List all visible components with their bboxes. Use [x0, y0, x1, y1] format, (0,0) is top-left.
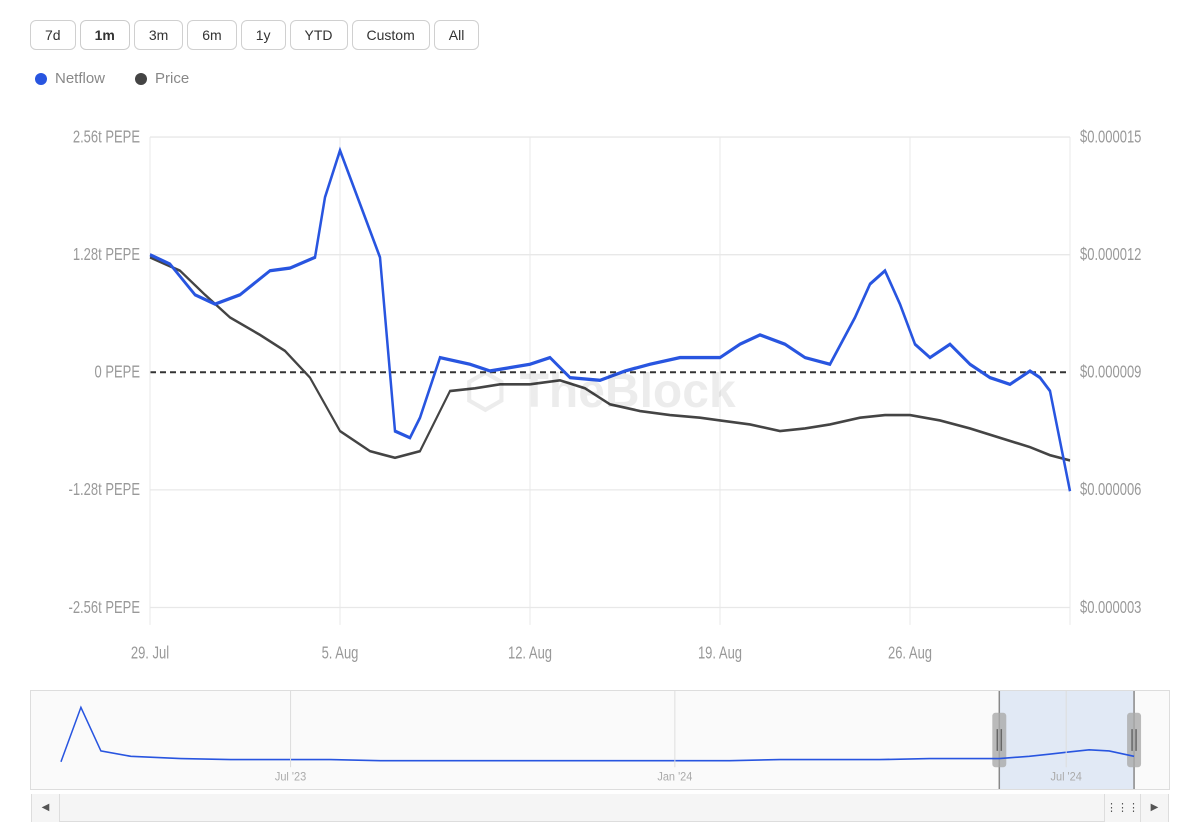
svg-text:29. Jul: 29. Jul — [131, 644, 169, 663]
price-label: Price — [155, 70, 189, 87]
btn-3m[interactable]: 3m — [134, 20, 183, 50]
main-chart-svg: 2.56t PEPE 1.28t PEPE 0 PEPE -1.28t PEPE… — [30, 97, 1170, 685]
btn-ytd[interactable]: YTD — [290, 20, 348, 50]
btn-custom[interactable]: Custom — [352, 20, 430, 50]
time-range-selector: 7d 1m 3m 6m 1y YTD Custom All — [30, 20, 1170, 50]
svg-text:-2.56t PEPE: -2.56t PEPE — [69, 598, 140, 617]
main-chart-area: ⬡ TheBlock 2.56t PEPE 1.28t PEPE 0 PEPE … — [30, 97, 1170, 685]
svg-text:$0.000009: $0.000009 — [1080, 363, 1141, 382]
svg-text:Jul '24: Jul '24 — [1050, 771, 1082, 784]
nav-right-btn[interactable]: ▶ — [1140, 794, 1168, 822]
mini-chart-svg: Jul '23 Jan '24 Jul '24 — [31, 691, 1169, 789]
btn-1y[interactable]: 1y — [241, 20, 286, 50]
svg-text:Jul '23: Jul '23 — [275, 771, 306, 784]
svg-text:Jan '24: Jan '24 — [657, 771, 693, 784]
netflow-label: Netflow — [55, 70, 105, 87]
price-dot — [135, 73, 147, 85]
legend-netflow: Netflow — [35, 70, 105, 87]
svg-text:1.28t PEPE: 1.28t PEPE — [73, 245, 140, 264]
svg-text:$0.000006: $0.000006 — [1080, 481, 1141, 500]
netflow-dot — [35, 73, 47, 85]
nav-center-btn[interactable]: ⋮⋮⋮ — [1104, 794, 1140, 822]
btn-7d[interactable]: 7d — [30, 20, 76, 50]
mini-chart-container: Jul '23 Jan '24 Jul '24 ◀ ⋮⋮⋮ ▶ — [30, 690, 1170, 790]
main-container: 7d 1m 3m 6m 1y YTD Custom All Netflow Pr… — [0, 0, 1200, 800]
svg-text:-1.28t PEPE: -1.28t PEPE — [69, 481, 140, 500]
btn-6m[interactable]: 6m — [187, 20, 236, 50]
svg-text:2.56t PEPE: 2.56t PEPE — [73, 128, 140, 147]
svg-text:19. Aug: 19. Aug — [698, 644, 742, 663]
nav-bar: ◀ ⋮⋮⋮ ▶ — [31, 794, 1169, 822]
svg-text:12. Aug: 12. Aug — [508, 644, 552, 663]
price-line — [150, 257, 1070, 460]
chart-legend: Netflow Price — [30, 70, 1170, 87]
svg-text:0 PEPE: 0 PEPE — [95, 363, 140, 382]
svg-text:$0.000012: $0.000012 — [1080, 245, 1141, 264]
netflow-line — [150, 150, 1070, 491]
svg-text:26. Aug: 26. Aug — [888, 644, 932, 663]
nav-left-btn[interactable]: ◀ — [32, 794, 60, 822]
legend-price: Price — [135, 70, 189, 87]
btn-all[interactable]: All — [434, 20, 480, 50]
svg-text:$0.000015: $0.000015 — [1080, 128, 1141, 147]
btn-1m[interactable]: 1m — [80, 20, 130, 50]
svg-text:$0.000003: $0.000003 — [1080, 598, 1141, 617]
svg-text:5. Aug: 5. Aug — [322, 644, 359, 663]
